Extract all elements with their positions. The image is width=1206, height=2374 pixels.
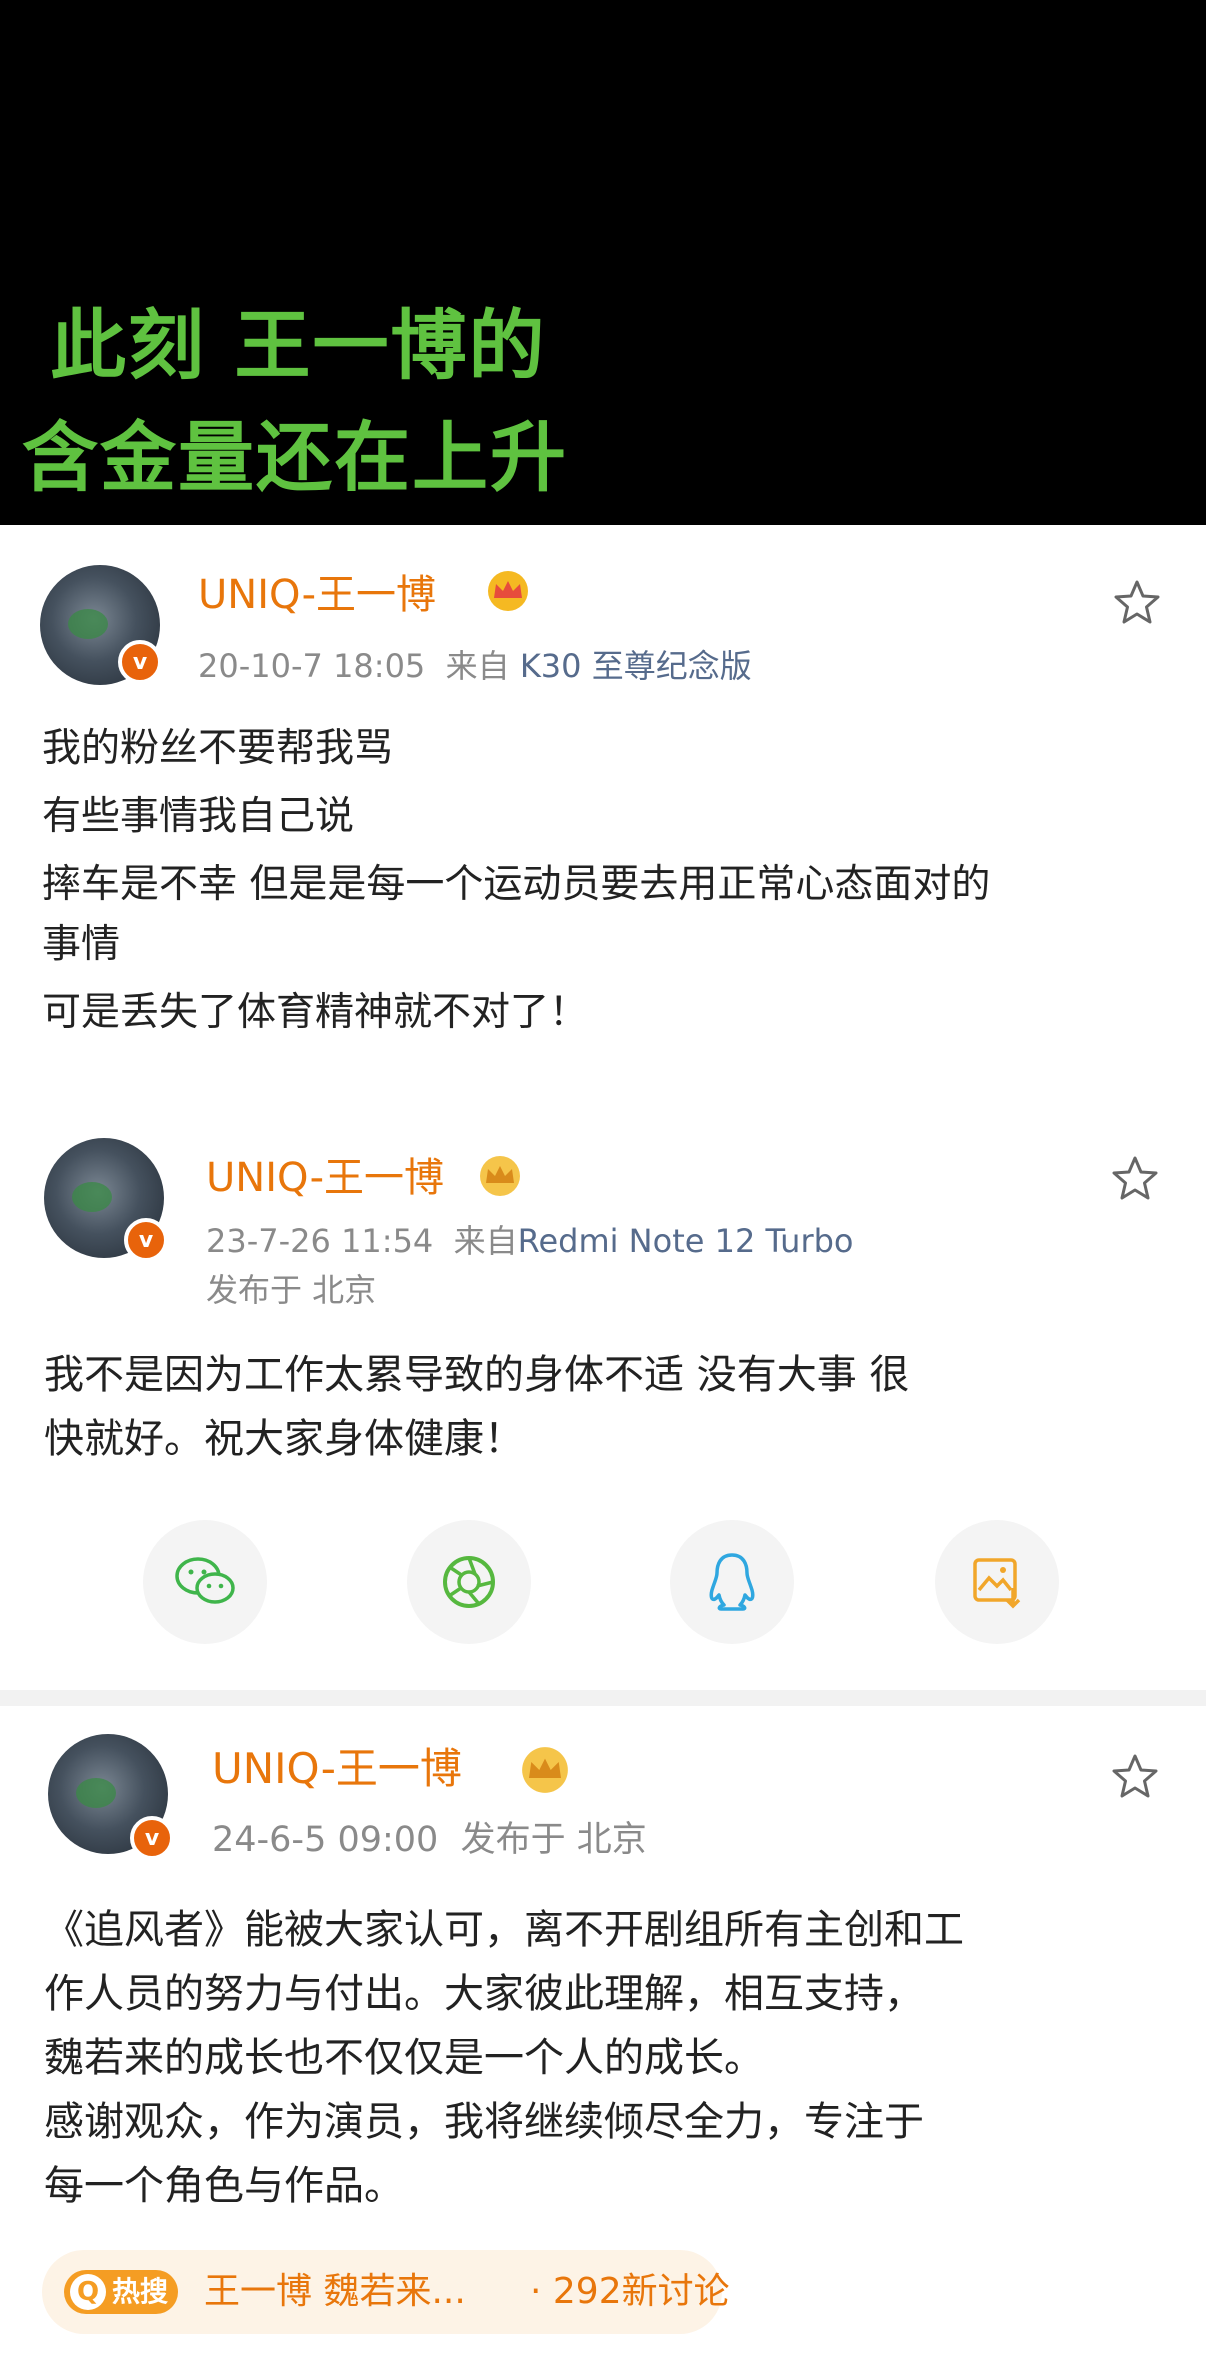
timestamp: 20-10-7 18:05 [198, 647, 426, 685]
post-location: 发布于 北京 [206, 1271, 377, 1309]
post-location: 发布于 北京 [460, 1820, 647, 1860]
save-image-button[interactable] [935, 1520, 1059, 1644]
headline-line-1: 此刻 王一博的 [50, 301, 547, 390]
post-divider [0, 1690, 1206, 1706]
post-meta: 20-10-7 18:05 来自 K30 至尊纪念版 [198, 650, 752, 682]
share-wechat-button[interactable] [143, 1520, 267, 1644]
source-device[interactable]: Redmi Note 12 Turbo [518, 1222, 854, 1260]
headline-banner: 此刻 王一博的 含金量还在上升 [0, 0, 1206, 525]
hot-search-title: 王一博 魏若来... [204, 2271, 466, 2312]
post-meta: 24-6-5 09:00 发布于 北京 [212, 1823, 647, 1858]
crown-icon [480, 1156, 520, 1196]
verified-badge-icon: v [130, 1816, 174, 1860]
timestamp: 23-7-26 11:54 [206, 1222, 434, 1260]
username[interactable]: UNIQ-王一博 [198, 575, 436, 615]
crown-icon [488, 571, 528, 611]
share-qq-button[interactable] [670, 1520, 794, 1644]
headline-line-2: 含金量还在上升 [22, 413, 568, 502]
post-line: 有些事情我自己说 [42, 794, 355, 839]
qq-icon [709, 1553, 755, 1611]
share-bar [0, 1520, 1206, 1650]
timestamp: 24-6-5 09:00 [212, 1820, 439, 1860]
from-label: 来自 [445, 647, 510, 685]
post-body: 《追风者》能被大家认可，离不开剧组所有主创和工 作人员的努力与付出。大家彼此理解… [44, 1898, 964, 2218]
hot-search-badge-label: 热搜 [112, 2275, 169, 2308]
post-line: 作人员的努力与付出。大家彼此理解，相互支持， [44, 1971, 924, 2017]
hot-search-count: · 292新讨论 [530, 2271, 730, 2312]
post-meta: 23-7-26 11:54 来自Redmi Note 12 Turbo [206, 1225, 854, 1257]
post-line: 每一个角色与作品。 [44, 2163, 404, 2209]
hot-search-pill[interactable]: Q 热搜 王一博 魏若来... · 292新讨论 [42, 2250, 730, 2334]
source-device[interactable]: K30 至尊纪念版 [520, 647, 752, 685]
username[interactable]: UNIQ-王一博 [206, 1158, 444, 1198]
favorite-star-icon[interactable] [1112, 578, 1162, 628]
favorite-star-icon[interactable] [1110, 1752, 1160, 1802]
from-label: 来自 [453, 1222, 518, 1260]
post-line: 我不是因为工作太累导致的身体不适 没有大事 很 [44, 1352, 910, 1398]
wechat-icon [175, 1557, 235, 1604]
weibo-post: v UNIQ-王一博 24-6-5 09:00 发布于 北京 《追风者》能被大家… [0, 0, 1206, 2209]
verified-badge-icon: v [124, 1218, 168, 1262]
post-line: 摔车是不幸 但是是每一个运动员要去用正常心态面对的 [42, 862, 991, 907]
share-moments-button[interactable] [407, 1520, 531, 1644]
post-line: 《追风者》能被大家认可，离不开剧组所有主创和工 [44, 1907, 964, 1953]
crown-icon [522, 1747, 568, 1793]
post-line: 可是丢失了体育精神就不对了！ [42, 990, 589, 1035]
moments-icon [443, 1556, 495, 1608]
post-body: 我的粉丝不要帮我骂 有些事情我自己说 摔车是不幸 但是是每一个运动员要去用正常心… [42, 720, 990, 1042]
username[interactable]: UNIQ-王一博 [212, 1748, 462, 1790]
save-image-icon [973, 1558, 1021, 1609]
verified-badge-icon: v [118, 640, 162, 684]
post-line: 快就好。祝大家身体健康！ [44, 1416, 524, 1462]
hot-search-badge: Q 热搜 [64, 2270, 179, 2314]
post-body: 我不是因为工作太累导致的身体不适 没有大事 很 快就好。祝大家身体健康！ [44, 1343, 909, 1471]
favorite-star-icon[interactable] [1110, 1154, 1160, 1204]
post-line: 事情 [42, 922, 121, 967]
post-line: 感谢观众，作为演员，我将继续倾尽全力，专注于 [44, 2099, 924, 2145]
search-icon: Q [70, 2274, 106, 2310]
post-line: 我的粉丝不要帮我骂 [42, 726, 394, 771]
post-line: 魏若来的成长也不仅仅是一个人的成长。 [44, 2035, 764, 2081]
